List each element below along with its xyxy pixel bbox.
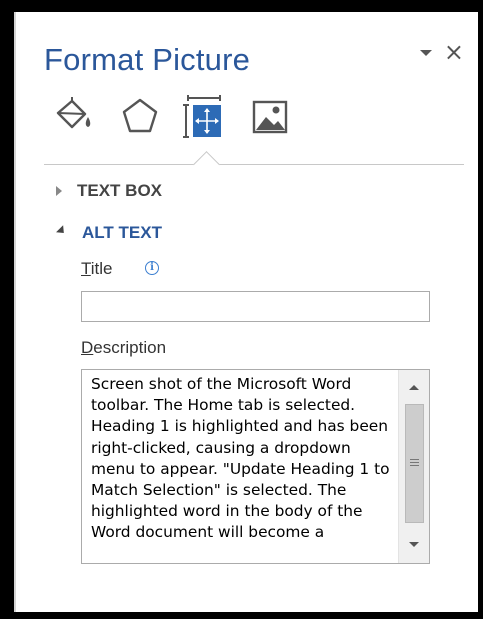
section-text-box[interactable]: TEXT BOX bbox=[56, 181, 162, 201]
pane-controls: × bbox=[419, 40, 464, 64]
size-properties-icon[interactable] bbox=[182, 95, 226, 139]
close-icon[interactable]: × bbox=[444, 40, 464, 64]
description-scrollbar[interactable] bbox=[398, 370, 429, 563]
fill-line-icon[interactable] bbox=[52, 95, 96, 139]
screen-border-top bbox=[0, 0, 483, 12]
title-label: Title bbox=[81, 259, 113, 279]
pane-title: Format Picture bbox=[44, 42, 251, 77]
description-label-access-key: D bbox=[81, 338, 94, 357]
description-text[interactable]: Screen shot of the Microsoft Word toolba… bbox=[91, 374, 391, 544]
effects-icon[interactable] bbox=[118, 95, 162, 139]
grip-icon bbox=[410, 459, 419, 468]
description-textarea[interactable]: Screen shot of the Microsoft Word toolba… bbox=[81, 369, 430, 564]
scroll-up-icon[interactable] bbox=[409, 385, 419, 390]
description-label: Description bbox=[81, 338, 166, 358]
expand-arrow-icon bbox=[56, 186, 62, 196]
scroll-down-icon[interactable] bbox=[409, 542, 419, 547]
selected-tab-indicator bbox=[193, 151, 220, 178]
picture-icon[interactable] bbox=[248, 95, 292, 139]
info-icon[interactable]: i bbox=[145, 261, 159, 275]
format-picture-pane: Format Picture × TEXT BOX ALT TEXT Title… bbox=[14, 12, 478, 612]
section-alt-text-label: ALT TEXT bbox=[82, 223, 162, 242]
screen-border-left bbox=[0, 0, 14, 619]
tab-divider bbox=[44, 164, 464, 165]
title-input[interactable] bbox=[81, 291, 430, 322]
pane-options-dropdown-icon[interactable] bbox=[419, 50, 432, 56]
description-label-rest: escription bbox=[93, 338, 167, 357]
title-label-rest: itle bbox=[90, 259, 113, 278]
screen-border-right bbox=[478, 0, 483, 619]
collapse-arrow-icon bbox=[56, 225, 68, 237]
screen-border-bottom bbox=[0, 612, 483, 619]
section-text-box-label: TEXT BOX bbox=[77, 181, 163, 200]
title-label-access-key: T bbox=[81, 259, 91, 278]
format-tabs bbox=[52, 95, 312, 139]
section-alt-text[interactable]: ALT TEXT bbox=[56, 223, 162, 243]
scroll-thumb[interactable] bbox=[405, 404, 424, 523]
